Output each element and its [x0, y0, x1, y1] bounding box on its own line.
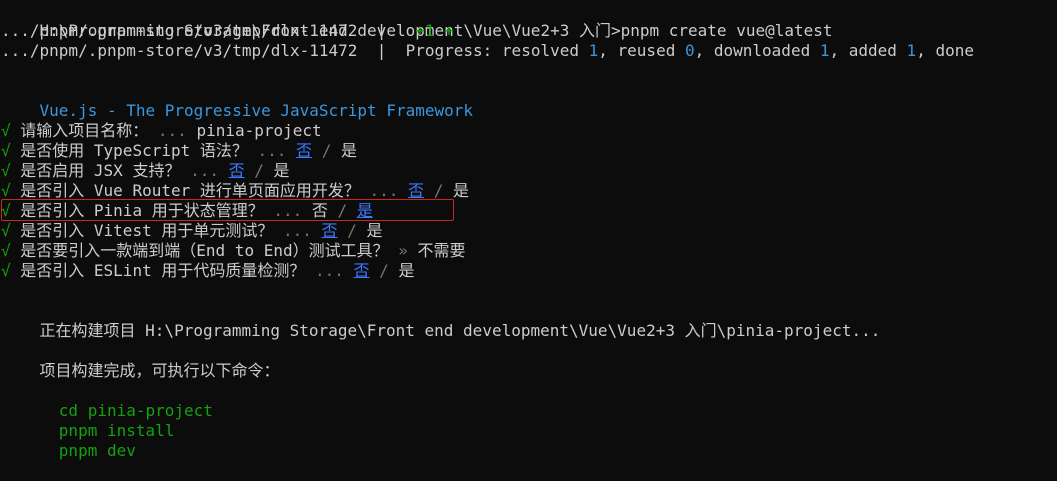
tmp-path: .../pnpm/.pnpm-store/v3/tmp/dlx-11472	[1, 41, 358, 60]
prompt-e2e: √ 是否要引入一款端到端（End to End）测试工具？ » 不需要	[1, 241, 466, 261]
command-line: H:\Programming Storage\Front end develop…	[1, 1, 833, 40]
building-text: 正在构建项目 H:\Programming Storage\Front end …	[39, 321, 881, 340]
option-yes: 是	[452, 181, 469, 200]
prompt-vue-router: √ 是否引入 Vue Router 进行单页面应用开发？ ... 否 / 是	[1, 181, 469, 201]
option-separator: /	[244, 161, 274, 180]
separator: |	[357, 41, 387, 60]
check-icon: √	[1, 161, 11, 180]
prompt-text: 是否引入 Pinia 用于状态管理？	[10, 201, 264, 220]
next-command-2: pnpm install	[1, 401, 175, 440]
downloaded-label: , downloaded	[694, 41, 820, 60]
check-icon: √	[1, 221, 11, 240]
ellipsis: ...	[148, 121, 197, 140]
option-yes: 是	[366, 221, 383, 240]
reused-count: 0	[684, 41, 695, 60]
option-yes: 是	[398, 261, 415, 280]
option-no-selected: 否	[296, 141, 313, 160]
added-counter: +1 +	[386, 21, 454, 40]
check-icon: √	[1, 141, 11, 160]
ellipsis: ...	[273, 221, 322, 240]
prompt-text: 是否引入 Vue Router 进行单页面应用开发？	[10, 181, 360, 200]
dev-command: pnpm dev	[39, 441, 136, 460]
check-icon: √	[1, 261, 11, 280]
option-no: 否	[311, 201, 328, 220]
complete-text: 项目构建完成，可执行以下命令：	[39, 361, 280, 380]
prompt-project-name: √ 请输入项目名称： ... pinia-project	[1, 121, 322, 141]
prompt-vitest: √ 是否引入 Vitest 用于单元测试？ ... 否 / 是	[1, 221, 382, 241]
option-separator: /	[327, 201, 357, 220]
complete-line: 项目构建完成，可执行以下命令：	[1, 341, 280, 380]
option-no-selected: 否	[353, 261, 370, 280]
terminal-window[interactable]: H:\Programming Storage\Front end develop…	[0, 0, 1057, 460]
ellipsis: ...	[180, 161, 229, 180]
prompt-text: 请输入项目名称：	[10, 121, 149, 140]
check-icon: √	[1, 181, 11, 200]
arrow-icon: »	[388, 241, 418, 260]
prompt-jsx: √ 是否启用 JSX 支持？ ... 否 / 是	[1, 161, 290, 181]
check-icon: √	[1, 201, 11, 220]
vue-title-line: Vue.js - The Progressive JavaScript Fram…	[1, 81, 473, 120]
prompt-text: 是否引入 Vitest 用于单元测试？	[10, 221, 274, 240]
ellipsis: ...	[305, 261, 354, 280]
ellipsis: ...	[247, 141, 297, 160]
option-no-selected: 否	[321, 221, 338, 240]
check-icon: √	[1, 121, 11, 140]
prompt-text: 是否使用 TypeScript 语法？	[10, 141, 248, 160]
vue-title: Vue.js - The Progressive JavaScript Fram…	[39, 101, 474, 120]
prompt-eslint: √ 是否引入 ESLint 用于代码质量检测？ ... 否 / 是	[1, 261, 414, 281]
option-no-selected: 否	[228, 161, 245, 180]
prompt-answer: pinia-project	[196, 121, 322, 140]
tmp-path: .../pnpm/.pnpm-store/v3/tmp/dlx-11472	[1, 21, 358, 40]
option-separator: /	[424, 181, 453, 200]
reused-label: , reused	[598, 41, 685, 60]
resolved-count: 1	[588, 41, 599, 60]
separator: |	[357, 21, 387, 40]
prompt-text: 是否要引入一款端到端（End to End）测试工具？	[10, 241, 389, 260]
option-yes: 是	[273, 161, 290, 180]
prompt-pinia: √ 是否引入 Pinia 用于状态管理？ ... 否 / 是	[1, 201, 373, 221]
done-label: , done	[916, 41, 974, 60]
option-separator: /	[369, 261, 399, 280]
prompt-answer: 不需要	[417, 241, 466, 260]
prompt-typescript: √ 是否使用 TypeScript 语法？ ... 否 / 是	[1, 141, 357, 161]
check-icon: √	[1, 241, 11, 260]
prompt-text: 是否引入 ESLint 用于代码质量检测？	[10, 261, 306, 280]
tmp-line-2: .../pnpm/.pnpm-store/v3/tmp/dlx-11472 | …	[1, 41, 974, 61]
ellipsis: ...	[263, 201, 312, 220]
next-command-1: cd pinia-project	[1, 381, 213, 420]
tmp-line-1: .../pnpm/.pnpm-store/v3/tmp/dlx-11472 | …	[1, 21, 454, 41]
option-separator: /	[312, 141, 341, 160]
option-no-selected: 否	[408, 181, 425, 200]
option-yes-selected: 是	[356, 201, 373, 220]
option-yes: 是	[340, 141, 357, 160]
progress-label: Progress: resolved	[386, 41, 589, 60]
prompt-text: 是否启用 JSX 支持？	[10, 161, 181, 180]
added-count: 1	[906, 41, 917, 60]
option-separator: /	[337, 221, 367, 240]
building-line: 正在构建项目 H:\Programming Storage\Front end …	[1, 301, 881, 340]
ellipsis: ...	[359, 181, 409, 200]
next-command-3: pnpm dev	[1, 421, 136, 460]
added-label: , added	[829, 41, 907, 60]
